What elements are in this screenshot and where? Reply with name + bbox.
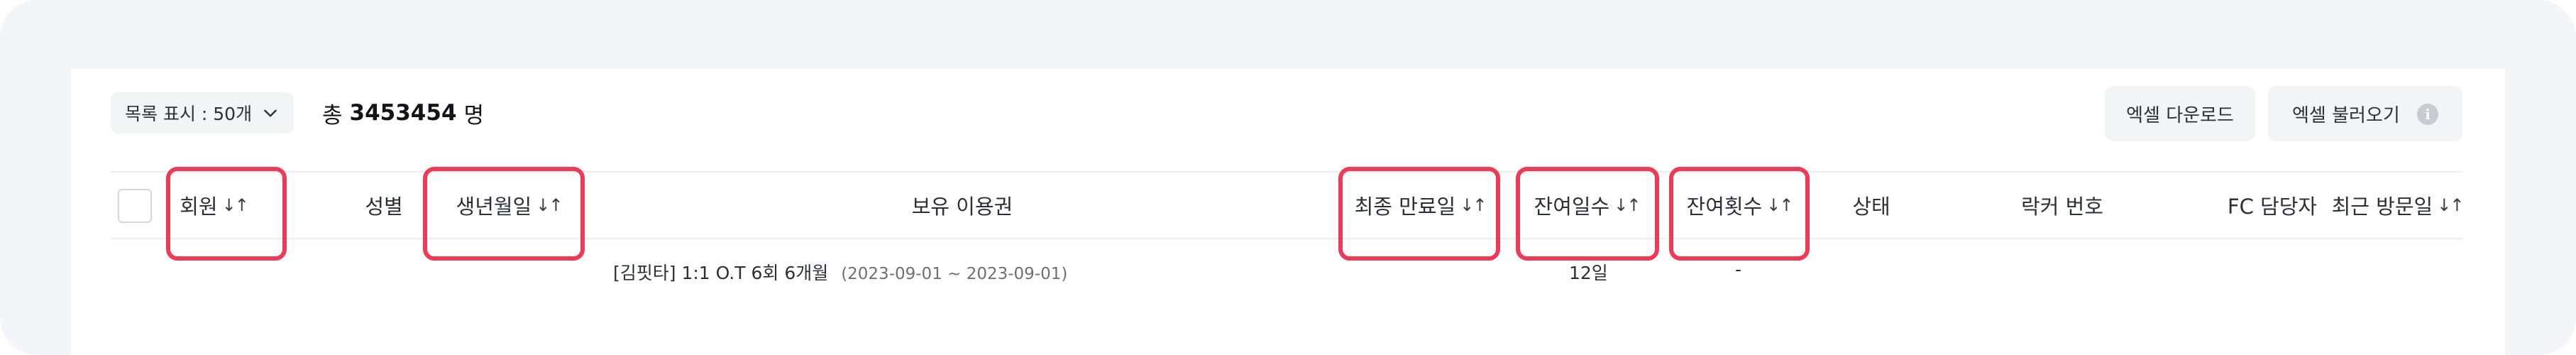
column-label: 상태: [1852, 195, 1890, 219]
column-label: 생년월일: [456, 195, 532, 219]
ticket-period: (2023-09-01 ~ 2023-09-01): [841, 265, 1068, 283]
column-label: 락커 번호: [2021, 195, 2103, 219]
page-frame: 목록 표시 : 50개 총 3453454 명 엑셀 다운로드 엑셀 불러오기 …: [0, 0, 2576, 355]
sort-icon[interactable]: ↓↑: [1460, 195, 1487, 215]
column-label: 잔여일수: [1534, 195, 1610, 219]
column-label: 성별: [365, 195, 403, 219]
column-header-fc-manager: FC 담당자: [2194, 173, 2350, 238]
column-label: 잔여횟수: [1686, 195, 1763, 219]
list-display-select[interactable]: 목록 표시 : 50개: [111, 92, 294, 133]
remaining-days-cell: 12일: [1569, 263, 1608, 283]
remaining-count-cell: -: [1735, 259, 1742, 280]
chevron-down-icon: [264, 109, 277, 117]
total-unit: 명: [463, 102, 485, 129]
ticket-cell[interactable]: [김핏타] 1:1 O.T 6회 6개월 (2023-09-01 ~ 2023-…: [613, 259, 1067, 285]
column-label: 보유 이용권: [911, 195, 1013, 219]
total-count: 3453454: [349, 100, 457, 126]
sort-icon[interactable]: ↓↑: [222, 195, 249, 215]
total-member-count: 총 3453454 명: [322, 97, 484, 129]
column-header-member[interactable]: 회원 ↓↑: [160, 173, 267, 238]
column-label: 회원: [180, 195, 218, 219]
column-header-last-visit[interactable]: 최근 방문일 ↓↑: [2331, 173, 2465, 238]
total-prefix: 총: [322, 102, 343, 129]
column-header-remaining-days[interactable]: 잔여일수 ↓↑: [1516, 173, 1658, 238]
column-header-gender[interactable]: 성별: [352, 173, 416, 238]
excel-upload-label: 엑셀 불러오기: [2292, 104, 2400, 126]
member-list-panel: 목록 표시 : 50개 총 3453454 명 엑셀 다운로드 엑셀 불러오기 …: [71, 69, 2505, 355]
column-label: FC 담당자: [2227, 195, 2318, 219]
info-icon[interactable]: i: [2417, 104, 2438, 125]
column-label: 최종 만료일: [1354, 195, 1456, 219]
ticket-name: [김핏타] 1:1 O.T 6회 6개월: [613, 263, 829, 283]
column-header-last-expiry[interactable]: 최종 만료일 ↓↑: [1338, 173, 1502, 238]
sort-icon[interactable]: ↓↑: [1766, 195, 1793, 215]
excel-download-label: 엑셀 다운로드: [2126, 104, 2234, 126]
column-header-birthdate[interactable]: 생년월일 ↓↑: [427, 173, 590, 238]
column-label: 최근 방문일: [2331, 195, 2433, 219]
list-display-label: 목록 표시 : 50개: [125, 104, 253, 124]
excel-upload-button[interactable]: 엑셀 불러오기 i: [2268, 86, 2462, 141]
sort-icon[interactable]: ↓↑: [536, 195, 563, 215]
table-header: 회원 ↓↑ 성별 생년월일 ↓↑ 보유 이용권 최종 만료일 ↓↑ 잔여일수 ↓…: [111, 167, 2465, 261]
column-header-tickets: 보유 이용권: [877, 173, 1047, 238]
sort-icon[interactable]: ↓↑: [1614, 195, 1641, 215]
select-all-checkbox[interactable]: [118, 189, 152, 223]
column-header-remaining-count[interactable]: 잔여횟수 ↓↑: [1669, 173, 1810, 238]
sort-icon[interactable]: ↓↑: [2437, 195, 2464, 215]
column-header-status: 상태: [1839, 173, 1903, 238]
column-header-locker: 락커 번호: [1991, 173, 2133, 238]
excel-download-button[interactable]: 엑셀 다운로드: [2105, 86, 2255, 141]
